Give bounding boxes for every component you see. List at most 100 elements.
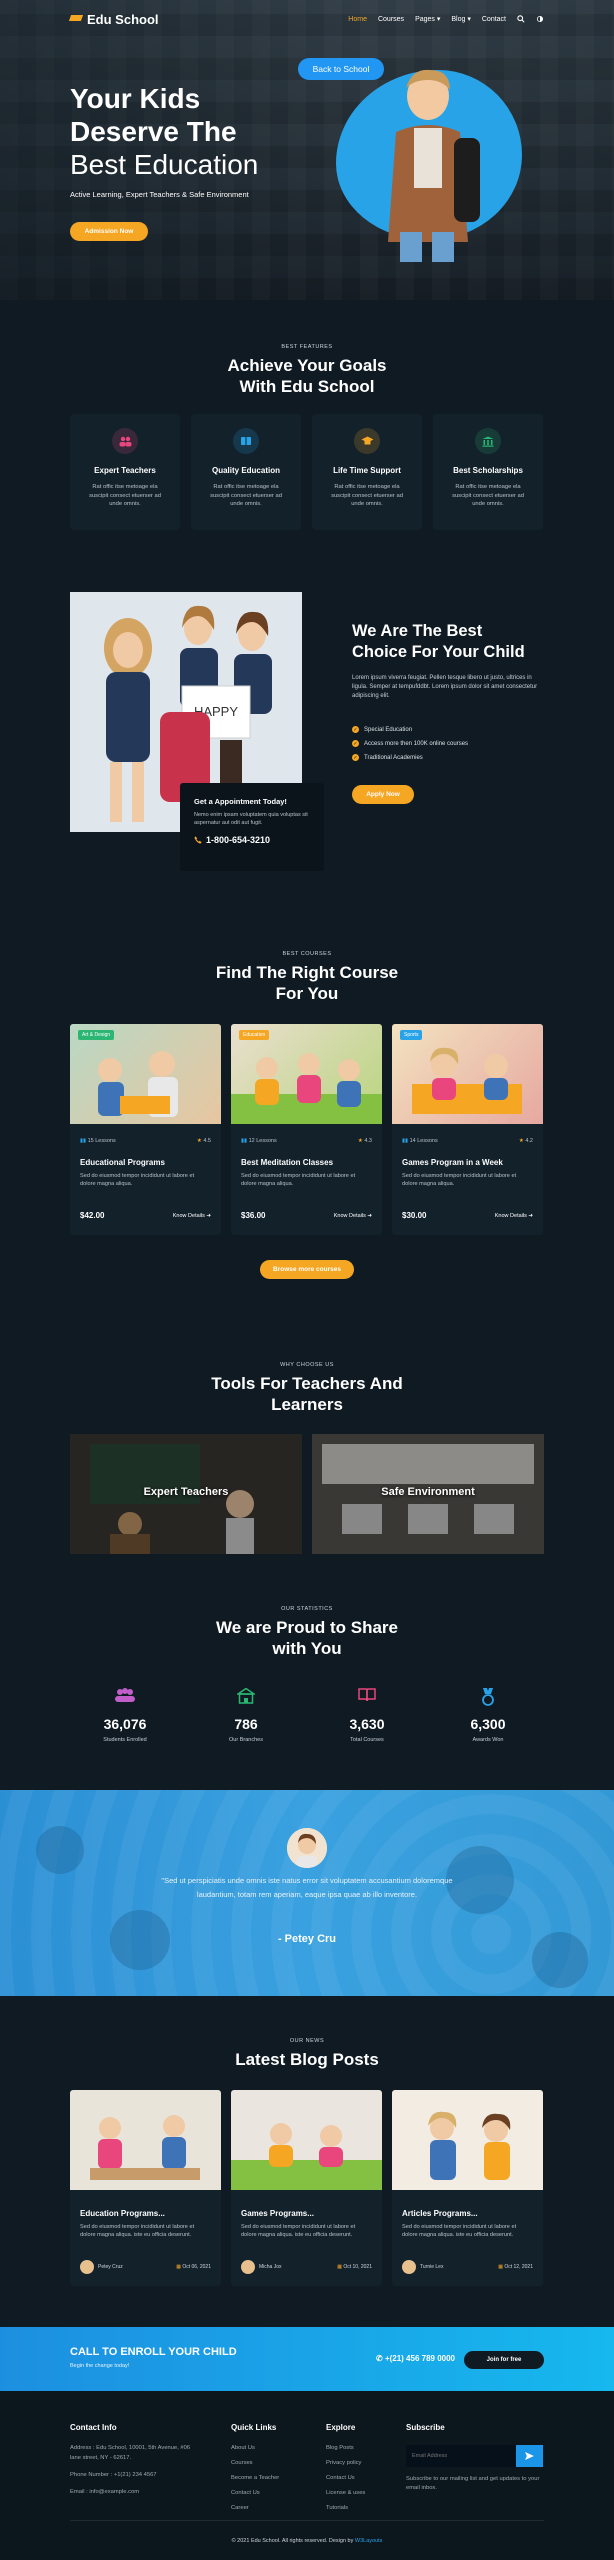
lessons-count: ▮▮ 15 Lessons: [80, 1138, 116, 1144]
cta-phone[interactable]: ✆ +(21) 456 789 0000: [376, 2354, 455, 2363]
check-icon: ✓: [352, 726, 359, 733]
blog-author: Petey Cruz: [80, 2260, 123, 2274]
hero-student-image: [388, 69, 480, 262]
tool-label: Expert Teachers: [143, 1486, 229, 1498]
rating: ★ 4.2: [518, 1138, 533, 1144]
author-avatar: [402, 2260, 416, 2274]
star-icon: ★: [518, 1138, 524, 1144]
course-card[interactable]: Sports ▮▮ 14 Lessons ★ 4.2 Games Program …: [392, 1024, 543, 1235]
appointment-title: Get a Appointment Today!: [194, 797, 287, 806]
blog-card[interactable]: Education Programs... Sed do eiusmod tem…: [70, 2090, 221, 2286]
know-details-link[interactable]: Know Details ➜: [173, 1213, 211, 1219]
theme-toggle-icon[interactable]: [536, 15, 544, 23]
footer-explore-title: Explore: [326, 2423, 356, 2432]
rating: ★ 4.5: [196, 1138, 211, 1144]
cta-title: CALL TO ENROLL YOUR CHILD: [70, 2346, 237, 2358]
footer-link[interactable]: Contact Us: [231, 2490, 260, 2496]
course-card[interactable]: Art & Design ▮▮ 15 Lessons ★ 4.5 Educatio…: [70, 1024, 221, 1235]
footer-link[interactable]: Courses: [231, 2460, 253, 2466]
testimonial-name: - Petey Cru: [277, 1933, 337, 1945]
know-details-link[interactable]: Know Details ➜: [334, 1213, 372, 1219]
course-card[interactable]: Education ▮▮ 12 Lessons ★ 4.3 Best Medita…: [231, 1024, 382, 1235]
blog-card[interactable]: Games Programs... Sed do eiusmod tempor …: [231, 2090, 382, 2286]
admission-button[interactable]: Admission Now: [70, 222, 148, 241]
stat-label: Awards Won: [472, 1737, 504, 1743]
blog-label: OUR NEWS: [289, 2038, 325, 2044]
footer-link[interactable]: Become a Teacher: [231, 2475, 279, 2481]
join-free-button[interactable]: Join for free: [464, 2351, 544, 2369]
bank-icon: [475, 428, 501, 454]
blog-post-desc: Sed do eiusmod tempor incididunt ut labo…: [241, 2224, 356, 2238]
subscribe-button[interactable]: [516, 2445, 543, 2467]
calendar-icon: ▦: [337, 2264, 342, 2270]
lessons-count: ▮▮ 12 Lessons: [241, 1138, 277, 1144]
book-icon: ▮▮: [241, 1138, 248, 1144]
tools-label: WHY CHOOSE US: [280, 1362, 334, 1368]
footer-link[interactable]: Blog Posts: [326, 2445, 354, 2451]
stat-label: Students Enrolled: [103, 1737, 147, 1743]
cta-subtitle: Begin the change today!: [70, 2363, 130, 2369]
feature-card: Life Time Support Rat offic itse metoage…: [312, 414, 422, 530]
author-avatar: [80, 2260, 94, 2274]
course-price: $42.00: [80, 1211, 105, 1220]
footer-link[interactable]: License & uses: [326, 2490, 365, 2496]
feature-desc: Rat offic itse metoage ela suscipit cons…: [452, 484, 524, 507]
footer-link[interactable]: About Us: [231, 2445, 255, 2451]
nav-contact[interactable]: Contact: [482, 16, 506, 23]
tool-card[interactable]: Safe Environment: [312, 1434, 544, 1554]
stat-value: 36,076: [103, 1716, 147, 1732]
stat-value: 786: [234, 1716, 258, 1732]
brand-logo[interactable]: Edu School: [70, 12, 159, 27]
tool-card[interactable]: Expert Teachers: [70, 1434, 302, 1554]
apply-now-button[interactable]: Apply Now: [352, 785, 414, 804]
brand-name: Edu School: [87, 11, 159, 27]
blog-post-title[interactable]: Games Programs...: [241, 2209, 372, 2218]
stat-item: 6,300 Awards Won: [433, 1688, 543, 1743]
footer-link[interactable]: Contact Us: [326, 2475, 355, 2481]
feature-card: Expert Teachers Rat offic itse metoage e…: [70, 414, 180, 530]
feature-card: Quality Education Rat offic itse metoage…: [191, 414, 301, 530]
subscribe-email-input[interactable]: [406, 2445, 516, 2467]
footer-address: Address : Edu School, 10001, 5th Avenue,…: [70, 2445, 191, 2451]
stat-label: Total Courses: [350, 1737, 384, 1743]
navbar: Edu School Home Courses Pages ▾ Blog ▾ C…: [70, 8, 544, 30]
nav-blog[interactable]: Blog ▾: [451, 15, 470, 23]
check-item: ✓ Access more then 100K online courses: [352, 740, 469, 747]
footer-link[interactable]: Career: [231, 2505, 249, 2511]
stat-value: 3,630: [349, 1716, 385, 1732]
rating: ★ 4.3: [357, 1138, 372, 1144]
appointment-phone[interactable]: 1-800-654-3210: [194, 835, 310, 845]
footer-phone[interactable]: Phone Number : +1(21) 234 4567: [70, 2472, 157, 2478]
feature-card: Best Scholarships Rat offic itse metoage…: [433, 414, 543, 530]
blog-card[interactable]: Articles Programs... Sed do eiusmod temp…: [392, 2090, 543, 2286]
course-price: $36.00: [241, 1211, 266, 1220]
hero-subtitle: Active Learning, Expert Teachers & Safe …: [70, 190, 249, 199]
appointment-desc: Nemo enim ipsam voluptatem quia voluptas…: [194, 812, 308, 826]
feature-title: Quality Education: [211, 466, 280, 475]
main-menu: Home Courses Pages ▾ Blog ▾ Contact: [348, 15, 544, 23]
footer-link[interactable]: Tutorials: [326, 2505, 348, 2511]
course-tag: Sports: [400, 1030, 423, 1040]
footer-email[interactable]: Email : info@example.com: [70, 2489, 139, 2495]
blog-post-title[interactable]: Articles Programs...: [402, 2209, 533, 2218]
nav-courses[interactable]: Courses: [378, 16, 404, 23]
arrow-right-icon: ➜: [206, 1212, 211, 1219]
search-icon[interactable]: [517, 15, 525, 23]
blog-date: ▦ Oct 12, 2021: [498, 2264, 533, 2270]
blog-post-title[interactable]: Education Programs...: [80, 2209, 211, 2218]
designer-link[interactable]: W3Layouts: [355, 2538, 383, 2544]
phone-icon: [194, 836, 202, 844]
know-details-link[interactable]: Know Details ➜: [495, 1213, 533, 1219]
users-icon: [112, 428, 138, 454]
footer-link[interactable]: Privacy policy: [326, 2460, 361, 2466]
tools-title: Tools For Teachers And Learners: [211, 1374, 403, 1414]
graduation-cap-icon: [70, 13, 84, 25]
browse-courses-button[interactable]: Browse more courses: [260, 1260, 354, 1279]
users-icon: [70, 1688, 180, 1706]
stat-item: 36,076 Students Enrolled: [70, 1688, 180, 1743]
blog-date: ▦ Oct 06, 2021: [176, 2264, 211, 2270]
features-label: BEST FEATURES: [281, 344, 333, 350]
nav-pages[interactable]: Pages ▾: [415, 15, 440, 23]
nav-home[interactable]: Home: [348, 16, 367, 23]
tool-label: Safe Environment: [381, 1486, 475, 1498]
